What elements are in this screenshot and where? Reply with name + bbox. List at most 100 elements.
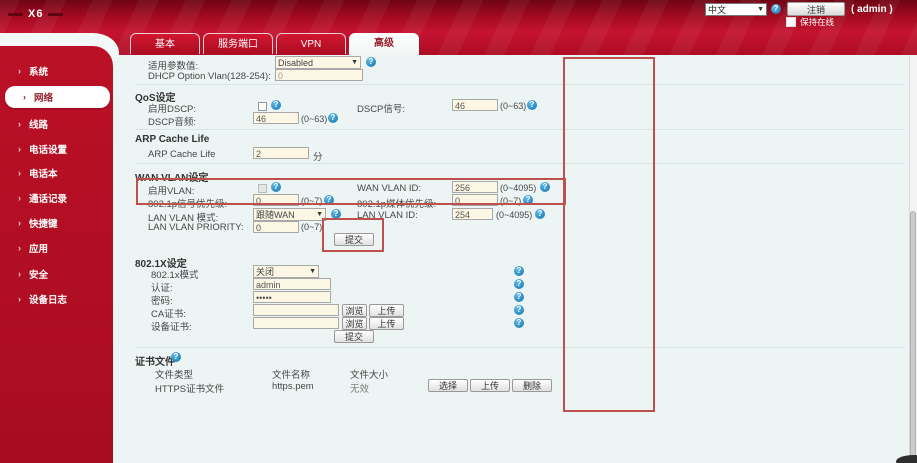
sidebar-item-application[interactable]: › 应用 [0,240,113,256]
divider [135,347,905,348]
enable-dscp-checkbox[interactable] [258,102,267,111]
chevron-right-icon: › [18,193,21,203]
admin-label: ( admin ) [851,4,893,15]
sidebar-item-label: 网络 [34,93,54,104]
scrollbar-thumb[interactable] [910,211,916,463]
scrollbar-track[interactable] [909,55,917,463]
sidebar-item-phone-settings[interactable]: › 电话设置 [0,141,113,157]
password-label: 密码: [151,296,173,307]
tab-bar: 基本 服务端口 VPN 高级 [130,33,419,55]
device-cert-label: 设备证书: [151,322,192,333]
cert-select-button[interactable]: 选择 [428,379,468,392]
auth-label: 认证: [151,283,173,294]
help-icon[interactable]: ? [527,100,537,110]
help-icon[interactable]: ? [171,352,181,362]
sidebar-item-label: 通话记录 [29,194,68,205]
sidebar-item-network[interactable]: › 网络 [5,86,110,108]
tab-service-port[interactable]: 服务端口 [203,33,273,54]
sidebar-item-label: 应用 [29,244,49,255]
cert-delete-button[interactable]: 删除 [512,379,552,392]
dot1x-mode-select[interactable]: 关闭 ▼ [253,265,319,278]
arp-cache-life-label: ARP Cache Life [148,149,216,160]
help-icon[interactable]: ? [328,113,338,123]
arp-cache-life-input[interactable]: 2 [253,147,309,159]
dscp-audio-input[interactable]: 46 [253,112,299,124]
logo: X6 [8,8,64,20]
cert-upload-button[interactable]: 上传 [470,379,510,392]
chevron-right-icon: › [23,92,26,102]
cert-col-type: 文件类型 [155,370,194,381]
chevron-down-icon: ▼ [757,6,764,13]
dscp-signal-input[interactable]: 46 [452,99,498,111]
dot1x-mode-label: 802.1x模式 [151,270,199,281]
logo-dash-right [48,12,64,16]
help-icon[interactable]: ? [771,4,781,14]
sidebar-item-label: 快捷键 [29,219,58,230]
sidebar-item-phonebook[interactable]: › 电话本 [0,165,113,181]
chevron-down-icon: ▼ [351,58,358,66]
logo-text: X6 [28,8,44,20]
top-bar: X6 中文 ▼ ? 注销 ( admin ) 保持在线 基本 服务端口 VPN … [0,0,917,55]
dot1x-submit-button[interactable]: 提交 [334,330,374,343]
help-icon[interactable]: ? [366,57,376,67]
sidebar-item-label: 电话本 [29,169,58,180]
keep-online-label: 保持在线 [800,17,835,27]
lan-vlan-priority-label: LAN VLAN PRIORITY: [148,222,244,233]
cert-row-type: HTTPS证书文件 [155,384,225,395]
param-value-select[interactable]: Disabled ▼ [275,56,361,69]
dhcp-option-vlan-input[interactable]: 0 [275,69,363,81]
tab-advanced[interactable]: 高级 [349,33,419,55]
tab-basic[interactable]: 基本 [130,33,200,54]
divider [135,129,905,130]
divider [135,84,905,85]
tab-vpn[interactable]: VPN [276,33,346,54]
sidebar-item-function-key[interactable]: › 快捷键 [0,215,113,231]
dscp-signal-label: DSCP信号: [357,104,406,115]
help-icon[interactable]: ? [514,279,524,289]
param-value-selected: Disabled [278,57,314,68]
arp-unit-label: 分 [313,152,323,163]
chevron-right-icon: › [18,168,21,178]
help-icon[interactable]: ? [514,305,524,315]
device-browse-button[interactable]: 浏览 [342,317,367,330]
auth-input[interactable]: admin [253,278,331,290]
device-upload-button[interactable]: 上传 [369,317,404,330]
sidebar-item-label: 线路 [29,120,49,131]
help-icon[interactable]: ? [535,209,545,219]
help-icon[interactable]: ? [271,100,281,110]
logout-button[interactable]: 注销 [787,2,845,16]
chevron-right-icon: › [18,294,21,304]
password-input[interactable]: ••••• [253,291,331,303]
cert-col-name: 文件名称 [272,370,311,381]
content-panel [113,55,917,463]
dscp-signal-range: (0~63) [500,101,527,111]
keep-online-checkbox[interactable] [786,17,796,27]
chevron-right-icon: › [18,144,21,154]
sidebar-item-line[interactable]: › 线路 [0,116,113,132]
annotation-box-wan-vlan-rows [136,178,566,205]
sidebar-item-label: 安全 [29,270,49,281]
chevron-right-icon: › [18,218,21,228]
help-icon[interactable]: ? [514,292,524,302]
lan-vlan-mode-select[interactable]: 跟随WAN ▼ [253,208,326,221]
dhcp-option-vlan-label: DHCP Option Vlan(128-254): [148,71,271,82]
sidebar-item-system[interactable]: › 系统 [0,63,113,79]
sidebar-item-device-log[interactable]: › 设备日志 [0,291,113,307]
lan-vlan-id-input[interactable]: 254 [452,208,493,220]
device-cert-input[interactable] [253,317,339,329]
lan-vlan-priority-input[interactable]: 0 [253,221,299,233]
arp-section-title: ARP Cache Life [135,134,210,145]
lan-vlan-id-range: (0~4095) [496,210,533,220]
ca-upload-button[interactable]: 上传 [369,304,404,317]
cert-col-size: 文件大小 [350,370,389,381]
ca-cert-input[interactable] [253,304,339,316]
sidebar-item-call-log[interactable]: › 通话记录 [0,190,113,206]
sidebar-item-security[interactable]: › 安全 [0,266,113,282]
ca-browse-button[interactable]: 浏览 [342,304,367,317]
language-select[interactable]: 中文 ▼ [705,3,767,16]
dscp-audio-range: (0~63) [301,114,328,124]
param-value-label: 适用参数值: [148,61,199,72]
help-icon[interactable]: ? [514,318,524,328]
help-icon[interactable]: ? [514,266,524,276]
dscp-audio-label: DSCP音频: [148,117,197,128]
